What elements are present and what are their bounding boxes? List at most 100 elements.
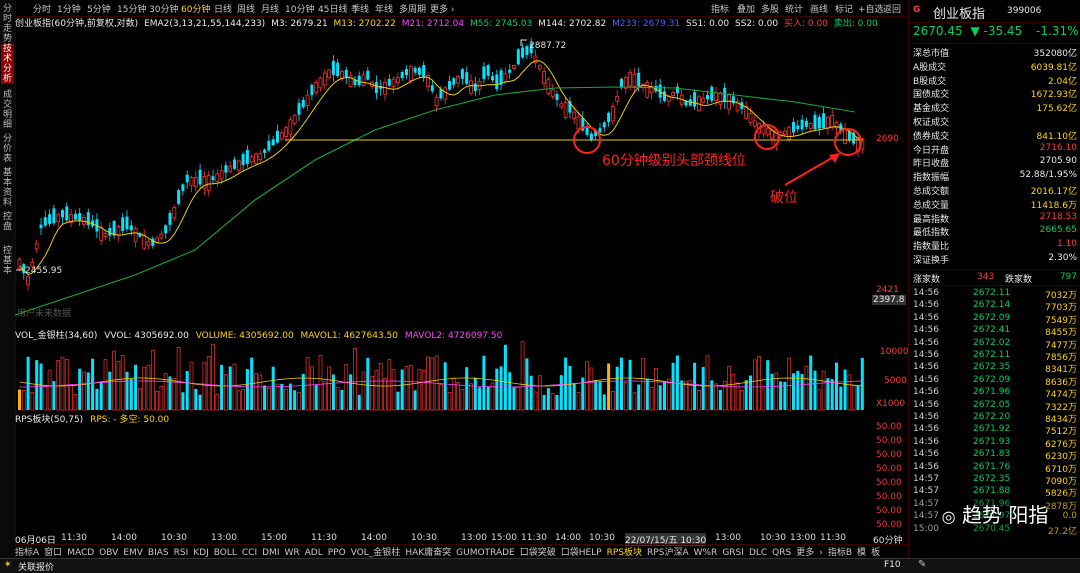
tick-price: 2671.76	[973, 461, 1011, 472]
indicator-tab[interactable]: 口袋突破	[520, 548, 556, 558]
tab-30min[interactable]: 30分钟	[149, 2, 178, 15]
indicator-tab[interactable]: RPS沪深A	[647, 548, 689, 558]
left-tab-control[interactable]: 控盘	[1, 212, 14, 242]
indicator-tab[interactable]: PPO	[328, 548, 346, 558]
indicator-tab[interactable]: 更多	[796, 548, 814, 558]
tick-volume: 8434万	[1045, 415, 1077, 425]
volume-chart[interactable]	[15, 340, 870, 412]
left-tab-fenshi[interactable]: 分时走势	[1, 4, 14, 44]
tab-60min[interactable]: 60分钟	[181, 2, 210, 15]
indicator-tab[interactable]: GRSI	[722, 548, 744, 558]
indicator-tab[interactable]: MACD	[67, 548, 94, 558]
indicator-tab[interactable]: GUMOTRADE	[456, 548, 515, 558]
time-tick: 14:00	[361, 533, 387, 543]
candle	[723, 87, 727, 102]
indicator-tab[interactable]: ADL	[305, 548, 323, 558]
volume-bar	[856, 385, 860, 410]
volume-bar	[843, 369, 847, 410]
volume-bar	[138, 387, 142, 411]
btn-back[interactable]: 返回	[883, 2, 901, 15]
indicator-tab[interactable]: WR	[284, 548, 299, 558]
quote-field-row: 总成交量 11418.6万	[913, 198, 1077, 211]
volume-bar	[607, 363, 611, 410]
candle	[172, 206, 177, 219]
indicator-tab[interactable]: HAK庸奋突	[405, 548, 451, 558]
rps-indicator-name[interactable]: RPS板块(50,75)	[15, 415, 83, 425]
indicator-tab[interactable]: BIAS	[148, 548, 169, 558]
candle	[357, 75, 361, 86]
volume-bar	[649, 386, 654, 411]
indicator-tab[interactable]: 指标A	[15, 548, 39, 558]
f10-button[interactable]: F10	[884, 560, 901, 570]
tab-year[interactable]: 年线	[375, 2, 393, 15]
tab-10min[interactable]: 10分钟	[285, 2, 314, 15]
btn-draw[interactable]: 画线	[810, 2, 828, 15]
related-quote[interactable]: 关联报价	[18, 560, 54, 573]
indicator-tab[interactable]: 口袋HELP	[561, 548, 602, 558]
btn-multi-stock[interactable]: 多股	[761, 2, 779, 15]
candle	[456, 75, 461, 84]
indicator-tab[interactable]: ›	[819, 548, 823, 558]
tab-more[interactable]: 更多 ›	[430, 2, 454, 15]
volume-bar	[69, 385, 73, 411]
indicator-tab-right[interactable]: 指标B	[828, 548, 852, 558]
btn-indicator[interactable]: 指标	[711, 2, 729, 15]
indicator-tab[interactable]: DMI	[262, 548, 279, 558]
btn-add-watch[interactable]: +自选	[858, 2, 884, 15]
tab-weekly[interactable]: 周线	[237, 2, 255, 15]
indicator-tab-right[interactable]: 板	[871, 548, 880, 558]
quote-field-row: A股成交 6039.81亿	[913, 60, 1077, 73]
tab-5min[interactable]: 5分钟	[87, 2, 111, 15]
indicator-tab[interactable]: EMV	[123, 548, 143, 558]
indicator-tab[interactable]: DLC	[749, 548, 767, 558]
left-tab-price-table[interactable]: 分价表	[1, 134, 14, 164]
indicator-tab[interactable]: CCI	[242, 548, 257, 558]
tab-15min[interactable]: 15分钟	[117, 2, 146, 15]
candle	[292, 114, 297, 124]
indicator-tab[interactable]: 窗口	[44, 548, 62, 558]
btn-overlay[interactable]: 叠加	[737, 2, 755, 15]
left-tab-control-basic[interactable]: 控基本	[1, 246, 14, 276]
tab-multi-period[interactable]: 多周期	[399, 2, 426, 15]
indicator-tab-right[interactable]: 模	[857, 548, 866, 558]
price-row: 2670.45 ▼ -35.45 -1.31%	[913, 24, 1078, 38]
tab-fenshi[interactable]: 分时	[33, 2, 51, 15]
tab-1min[interactable]: 1分钟	[57, 2, 81, 15]
pen-icon[interactable]: ✎	[918, 559, 926, 570]
indicator-tab[interactable]: OBV	[99, 548, 118, 558]
indicator-tab[interactable]: RSI	[174, 548, 189, 558]
tab-monthly[interactable]: 月线	[261, 2, 279, 15]
candle	[465, 72, 469, 84]
candle	[86, 212, 90, 226]
volume-bar	[426, 356, 430, 411]
indicator-tab[interactable]: BOLL	[214, 548, 237, 558]
left-tab-detail[interactable]: 成交明细	[1, 90, 14, 130]
candle	[305, 94, 310, 107]
btn-stats[interactable]: 统计	[785, 2, 803, 15]
btn-mark[interactable]: 标记	[835, 2, 853, 15]
tab-45day[interactable]: 45日线	[318, 2, 347, 15]
indicator-tab[interactable]: QRS	[772, 548, 791, 558]
tick-price: 2672.05	[973, 399, 1011, 410]
candlestick-chart[interactable]: 60分钟级别头部颈线位 破位 2887.72 2455.95 用户未来数据	[15, 30, 870, 325]
candle	[211, 176, 215, 181]
candle	[817, 116, 821, 129]
volume-bar	[447, 391, 452, 411]
indicator-tab[interactable]: VOL_金银柱	[351, 548, 401, 558]
candle	[503, 73, 508, 82]
wechat-icon: ◎	[941, 507, 956, 526]
indicator-tab[interactable]: KDJ	[193, 548, 209, 558]
candle	[159, 233, 164, 239]
left-tab-basic[interactable]: 基本资料	[1, 168, 14, 208]
volume-bar	[654, 368, 658, 411]
candle	[422, 65, 426, 78]
left-tab-tech[interactable]: 技术分析	[1, 44, 14, 84]
indicator-tab[interactable]: RPS板块	[607, 548, 642, 558]
tick-volume: 6276万	[1045, 439, 1077, 450]
tab-quarter[interactable]: 季线	[351, 2, 369, 15]
volume-bar	[263, 385, 267, 410]
candle	[439, 89, 443, 99]
tab-daily[interactable]: 日线	[214, 2, 232, 15]
indicator-tab[interactable]: W%R	[694, 548, 718, 558]
volume-bar	[361, 371, 366, 411]
